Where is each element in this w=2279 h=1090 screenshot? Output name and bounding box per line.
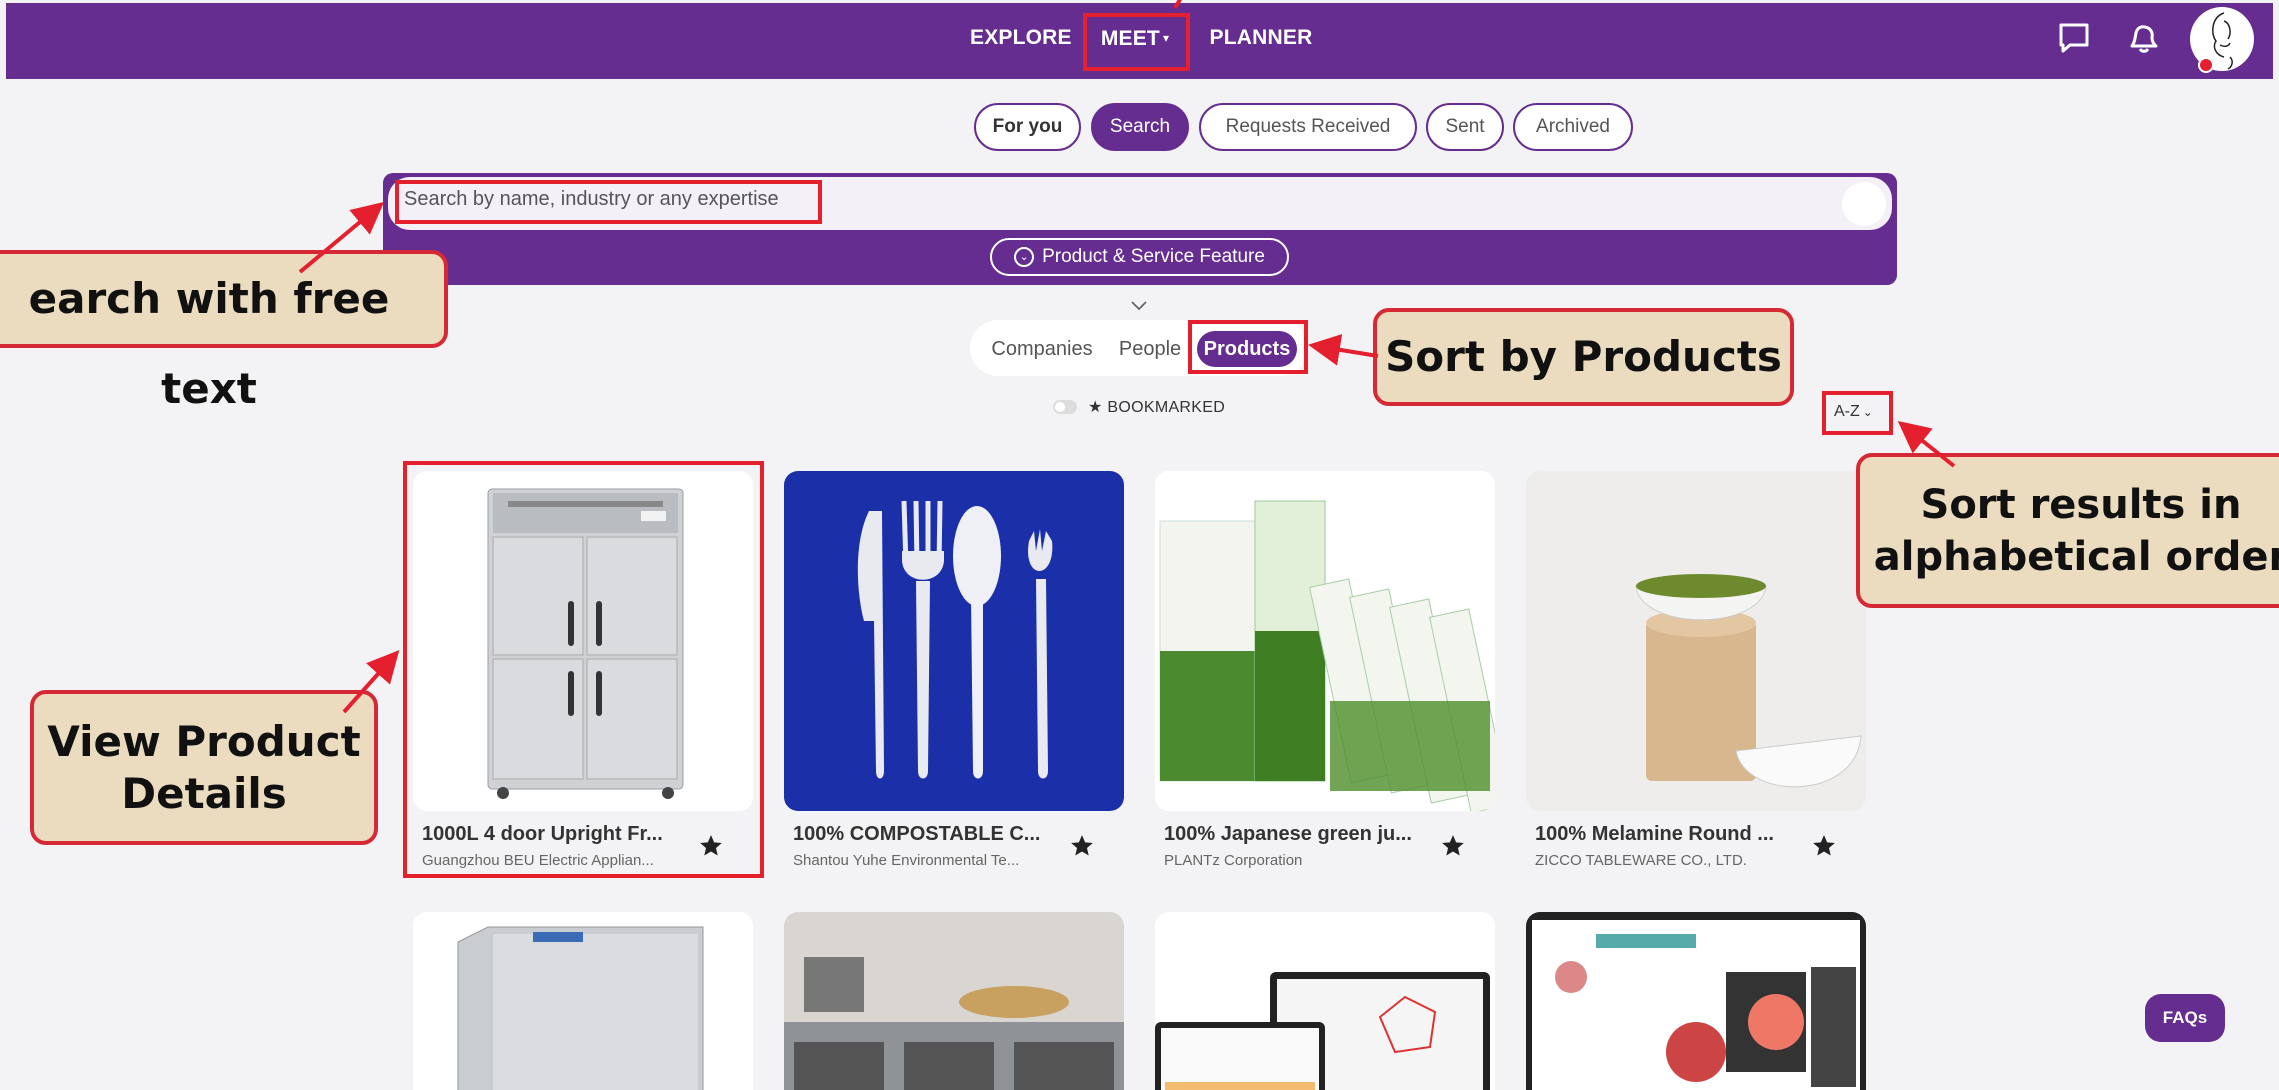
- toggle-people[interactable]: People: [1112, 331, 1188, 367]
- product-image-cutlery[interactable]: [784, 471, 1124, 811]
- chat-icon[interactable]: [2056, 20, 2092, 56]
- highlight-products-toggle: [1188, 320, 1308, 374]
- highlight-meet: [1083, 13, 1190, 71]
- cutlery-image: [784, 471, 1124, 811]
- arrow-products: [1308, 334, 1379, 366]
- faqs-button[interactable]: FAQs: [2145, 994, 2225, 1042]
- cabinet-image: [413, 912, 753, 1090]
- callout-sort-alphabetical-line2: alphabetical order: [1873, 534, 2279, 580]
- chevron-down-icon: ⌄: [1014, 247, 1035, 267]
- tab-search[interactable]: Search: [1091, 103, 1189, 151]
- product-company[interactable]: Shantou Yuhe Environmental Te...: [793, 852, 1019, 869]
- product-image-green-juice[interactable]: [1155, 471, 1495, 811]
- page: { "nav": { "explore": "EXPLORE", "meet":…: [0, 0, 2279, 1090]
- callout-search-free-text: earch with free text: [0, 250, 448, 413]
- highlight-search-input: [395, 180, 822, 224]
- dashboard-image: [1155, 912, 1495, 1090]
- product-title[interactable]: 100% COMPOSTABLE C...: [793, 823, 1040, 846]
- callout-sort-alphabetical-line1: Sort results in: [1920, 482, 2242, 528]
- callout-sort-products: Sort by Products: [1373, 308, 1794, 406]
- product-image-kitchen[interactable]: [784, 912, 1124, 1090]
- product-image-melamine-bowl[interactable]: [1526, 471, 1866, 811]
- product-title[interactable]: 100% Melamine Round ...: [1535, 823, 1774, 846]
- nav-explore[interactable]: EXPLORE: [970, 22, 1072, 54]
- tab-sent[interactable]: Sent: [1426, 103, 1504, 151]
- melamine-bowl-image: [1526, 471, 1866, 811]
- notification-dot: [2198, 57, 2214, 73]
- nav-planner[interactable]: PLANNER: [1206, 22, 1316, 54]
- callout-view-product-details: View Product Details: [30, 690, 378, 845]
- callout-view-details-line2: Details: [121, 769, 287, 818]
- product-company[interactable]: PLANTz Corporation: [1164, 852, 1302, 869]
- tab-archived[interactable]: Archived: [1513, 103, 1633, 151]
- product-image-app[interactable]: [1526, 912, 1866, 1090]
- callout-sort-alphabetical: Sort results in alphabetical order: [1856, 453, 2279, 608]
- highlight-product-card: [403, 461, 764, 878]
- product-company[interactable]: ZICCO TABLEWARE CO., LTD.: [1535, 852, 1747, 869]
- toggle-companies[interactable]: Companies: [984, 331, 1100, 367]
- product-image-dashboard[interactable]: [1155, 912, 1495, 1090]
- feature-filter-label: Product & Service Feature: [1042, 246, 1265, 267]
- bookmarked-switch-knob: [1055, 402, 1065, 412]
- kitchen-image: [784, 912, 1124, 1090]
- expand-chevron-icon[interactable]: [1130, 297, 1148, 315]
- green-juice-image: [1155, 471, 1495, 811]
- app-screens-image: [1526, 912, 1866, 1090]
- bookmarked-label: ★ BOOKMARKED: [1088, 399, 1226, 416]
- callout-view-details-line1: View Product: [47, 717, 361, 766]
- tab-for-you[interactable]: For you: [974, 103, 1081, 151]
- bookmark-star-icon[interactable]: [1811, 833, 1837, 859]
- bell-icon[interactable]: [2126, 20, 2162, 56]
- product-service-feature-filter[interactable]: ⌄ Product & Service Feature: [990, 238, 1289, 276]
- product-title[interactable]: 100% Japanese green ju...: [1164, 823, 1412, 846]
- bookmark-star-icon[interactable]: [1069, 833, 1095, 859]
- highlight-sort: [1822, 391, 1893, 435]
- tab-requests-received[interactable]: Requests Received: [1199, 103, 1417, 151]
- search-button[interactable]: [1842, 182, 1886, 226]
- product-image-cabinet[interactable]: [413, 912, 753, 1090]
- bookmark-star-icon[interactable]: [1440, 833, 1466, 859]
